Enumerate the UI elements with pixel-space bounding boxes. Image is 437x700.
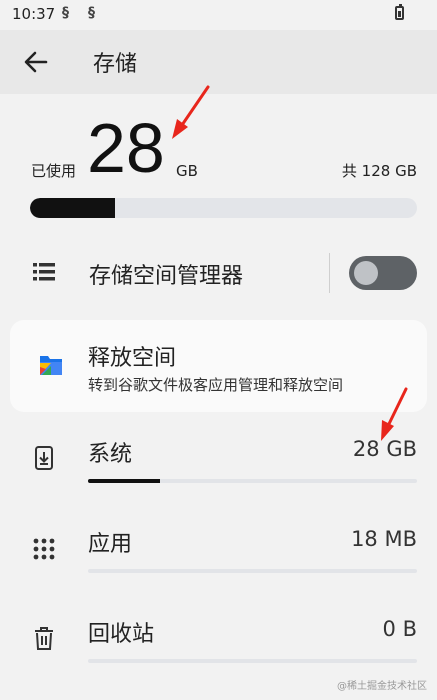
used-value: 28 — [87, 109, 165, 187]
category-row-trash[interactable]: 回收站 0 B — [0, 592, 437, 682]
trash-icon — [35, 627, 53, 650]
files-app-icon — [40, 356, 62, 375]
category-size: 18 MB — [351, 527, 417, 551]
category-usage-bar — [88, 569, 417, 573]
storage-manager-row[interactable]: 存储空间管理器 — [0, 240, 437, 306]
used-unit: GB — [176, 162, 198, 180]
free-up-subtitle: 转到谷歌文件极客应用管理和释放空间 — [88, 376, 344, 394]
storage-manager-label: 存储空间管理器 — [89, 264, 244, 289]
storage-manager-toggle[interactable] — [349, 256, 417, 290]
app-bar: 存储 — [0, 30, 437, 94]
usage-bar — [30, 198, 417, 218]
arrow-left-icon[interactable] — [22, 48, 50, 76]
battery-icon — [395, 4, 404, 20]
free-up-title: 释放空间 — [88, 346, 177, 371]
category-label: 系统 — [88, 442, 133, 467]
page-title: 存储 — [93, 52, 138, 77]
list-icon — [33, 263, 55, 281]
sync-icon: § — [88, 5, 95, 21]
category-label: 回收站 — [88, 622, 155, 647]
divider — [329, 253, 330, 293]
category-row-apps[interactable]: 应用 18 MB — [0, 502, 437, 592]
status-bar: 10:37 § § — [0, 0, 437, 30]
total-capacity: 共 128 GB — [341, 162, 417, 180]
category-label: 应用 — [88, 532, 133, 557]
category-usage-bar — [88, 479, 417, 483]
category-size: 0 B — [382, 617, 417, 641]
phone-download-icon — [35, 446, 53, 470]
watermark: @稀土掘金技术社区 — [337, 681, 427, 692]
toggle-knob — [354, 261, 378, 285]
annotation-arrow — [381, 387, 408, 441]
annotation-arrow — [172, 85, 210, 139]
category-usage-fill — [88, 479, 161, 483]
category-usage-bar — [88, 659, 417, 663]
category-row-system[interactable]: 系统 28 GB — [0, 412, 437, 502]
used-label: 已使用 — [31, 162, 77, 180]
apps-grid-icon — [33, 538, 55, 560]
status-time: 10:37 — [12, 5, 56, 23]
free-up-space-card[interactable]: 释放空间 转到谷歌文件极客应用管理和释放空间 — [10, 320, 427, 412]
sync-icon: § — [62, 5, 69, 21]
usage-bar-fill — [30, 198, 116, 218]
